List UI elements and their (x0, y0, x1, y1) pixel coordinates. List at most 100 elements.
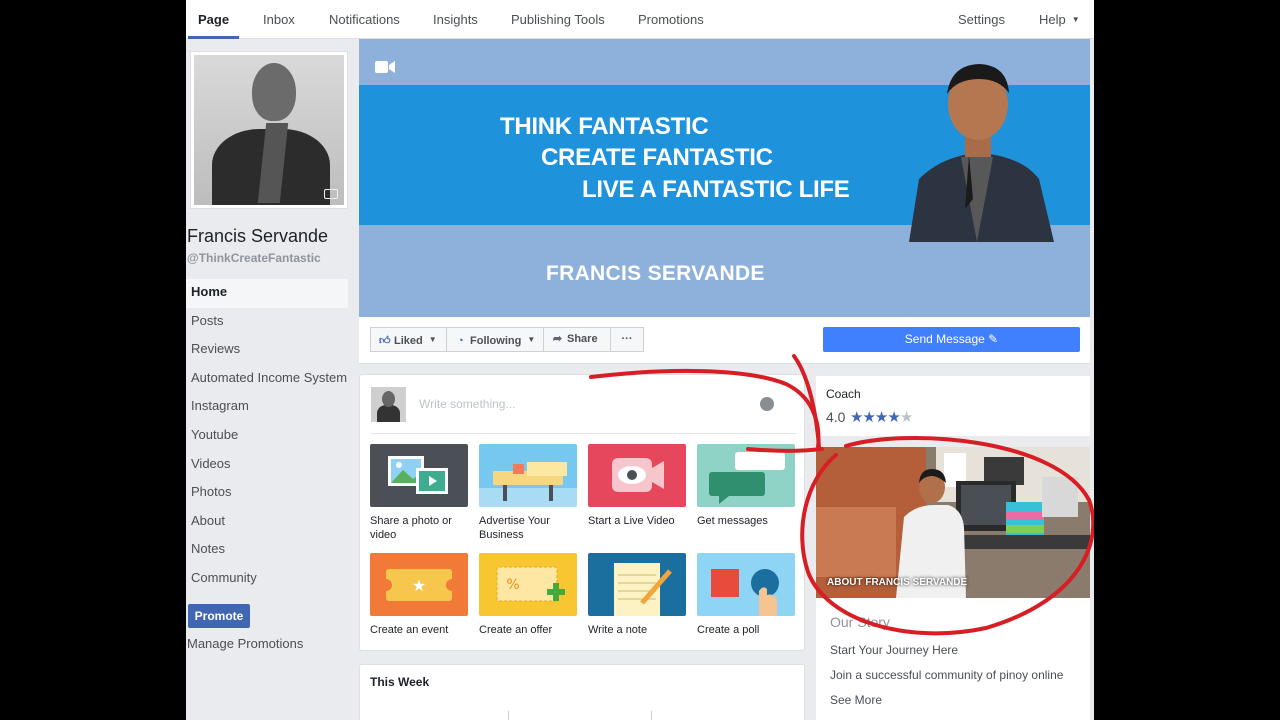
story-line: Start Your Journey Here (830, 643, 959, 657)
svg-text:★: ★ (412, 576, 426, 595)
page-action-bar: 👍︎ Liked ▼ ◔ Following ▼ ➦ Share ··· Send Mes… (359, 317, 1090, 364)
divider (508, 711, 509, 720)
write-something-input[interactable]: Write something... (419, 397, 515, 411)
share-button[interactable]: ➦ Share (543, 327, 611, 352)
about-photo-caption: ABOUT FRANCIS SERVANDE (827, 577, 968, 588)
photo-icon (388, 456, 448, 494)
send-message-button[interactable]: Send Message ✎ (823, 327, 1080, 352)
rating-stars[interactable]: ★★★★★ (850, 408, 913, 426)
tile-label: Create an event (370, 624, 449, 636)
person-head (252, 63, 296, 121)
rss-icon: ◔ (457, 335, 464, 347)
tile-label: Get messages (697, 515, 768, 527)
nav-item-notes[interactable]: Notes (186, 536, 348, 565)
nav-item-home[interactable]: Home (186, 279, 348, 308)
tab-notifications[interactable]: Notifications (329, 0, 400, 39)
caret-down-icon: ▼ (428, 335, 437, 344)
camera-icon[interactable] (324, 189, 338, 199)
tab-page[interactable]: Page (187, 0, 240, 39)
cover-photo[interactable]: THINK FANTASTIC CREATE FANTASTIC LIVE A … (359, 39, 1090, 317)
divider (651, 711, 652, 720)
tile-label: Start a Live Video (588, 515, 675, 527)
emoji-icon[interactable] (760, 397, 774, 411)
story-title: Our Story (830, 614, 890, 630)
nav-item-automated-income-system[interactable]: Automated Income System (186, 365, 348, 394)
page-category[interactable]: Coach (826, 387, 861, 401)
cover-portrait (909, 64, 1054, 242)
liked-label: Liked (394, 335, 423, 347)
create-offer-tile[interactable]: % (479, 553, 577, 616)
chat-bubble-icon (709, 452, 785, 504)
more-options-button[interactable]: ··· (610, 327, 644, 352)
tab-settings[interactable]: Settings (958, 0, 1005, 39)
pencil-icon: ✎ (988, 332, 999, 346)
our-story-card[interactable]: Our Story Start Your Journey Here Join a… (816, 598, 1090, 720)
page-title: Francis Servande (187, 226, 329, 246)
nav-item-about[interactable]: About (186, 508, 348, 537)
nav-item-youtube[interactable]: Youtube (186, 422, 348, 451)
about-summary-card: Coach 4.0 ★★★★★ (816, 376, 1090, 436)
story-line: Join a successful community of pinoy onl… (830, 668, 1064, 682)
caret-down-icon: ▼ (1071, 15, 1080, 24)
facebook-page: Page Inbox Notifications Insights Publis… (186, 0, 1094, 720)
share-arrow-icon: ➦ (552, 333, 563, 345)
following-label: Following (470, 335, 522, 347)
tile-label: Advertise Your Business (479, 515, 550, 541)
about-photo[interactable]: ABOUT FRANCIS SERVANDE (816, 447, 1090, 598)
cover-slogan-line-1: THINK FANTASTIC (500, 113, 709, 140)
create-event-tile[interactable]: ★ (370, 553, 468, 616)
tab-insights[interactable]: Insights (433, 0, 478, 39)
page-username[interactable]: @ThinkCreateFantastic (187, 251, 321, 265)
promote-button[interactable]: Promote (188, 604, 250, 628)
caret-down-icon: ▼ (527, 335, 536, 344)
tile-label: Write a note (588, 624, 648, 636)
share-label: Share (567, 333, 598, 345)
tile-label: Create an offer (479, 624, 553, 636)
page-top-nav: Page Inbox Notifications Insights Publis… (186, 0, 1094, 39)
live-video-icon (612, 458, 664, 492)
advertise-business-tile[interactable] (479, 444, 577, 507)
star-icon: ★ (850, 409, 863, 426)
storefront-icon (479, 462, 577, 507)
nav-item-photos[interactable]: Photos (186, 479, 348, 508)
profile-picture[interactable] (190, 51, 348, 209)
manage-promotions-link[interactable]: Manage Promotions (187, 636, 303, 651)
cover-slogan-line-3: LIVE A FANTASTIC LIFE (582, 176, 850, 203)
thumbs-up-icon: 👍︎ (379, 335, 391, 347)
liked-button[interactable]: 👍︎ Liked ▼ (370, 327, 447, 352)
coupon-icon: % (496, 566, 565, 602)
get-messages-tile[interactable] (697, 444, 795, 507)
star-icon: ★ (862, 409, 875, 426)
tab-help[interactable]: Help ▼ (1039, 0, 1080, 39)
post-composer: Write something... Share a photo or vide… (359, 374, 805, 651)
nav-item-videos[interactable]: Videos (186, 451, 348, 480)
poll-icon (711, 569, 779, 616)
help-label: Help (1039, 12, 1066, 27)
cover-name-text: FRANCIS SERVANDE (546, 262, 765, 285)
rating-value: 4.0 (826, 409, 846, 425)
nav-item-posts[interactable]: Posts (186, 308, 348, 337)
star-empty-icon: ★ (899, 409, 913, 426)
avatar (371, 387, 406, 422)
following-button[interactable]: ◔ Following ▼ (446, 327, 544, 352)
notepad-icon (614, 563, 672, 616)
office-scene-image (816, 447, 1090, 598)
tab-promotions[interactable]: Promotions (638, 0, 704, 39)
nav-item-community[interactable]: Community (186, 565, 348, 594)
write-note-tile[interactable] (588, 553, 686, 616)
share-photo-video-tile[interactable] (370, 444, 468, 507)
create-poll-tile[interactable] (697, 553, 795, 616)
star-icon: ★ (887, 409, 900, 426)
see-more-link[interactable]: See More (830, 693, 882, 707)
tab-publishing-tools[interactable]: Publishing Tools (511, 0, 605, 39)
star-icon: ★ (874, 409, 888, 426)
start-live-video-tile[interactable] (588, 444, 686, 507)
tile-label: Share a photo or video (370, 515, 452, 541)
svg-text:%: % (506, 577, 519, 593)
divider (370, 433, 796, 434)
nav-item-instagram[interactable]: Instagram (186, 393, 348, 422)
nav-item-reviews[interactable]: Reviews (186, 336, 348, 365)
tile-label: Create a poll (697, 624, 760, 636)
video-camera-icon[interactable] (375, 60, 395, 74)
tab-inbox[interactable]: Inbox (263, 0, 295, 39)
